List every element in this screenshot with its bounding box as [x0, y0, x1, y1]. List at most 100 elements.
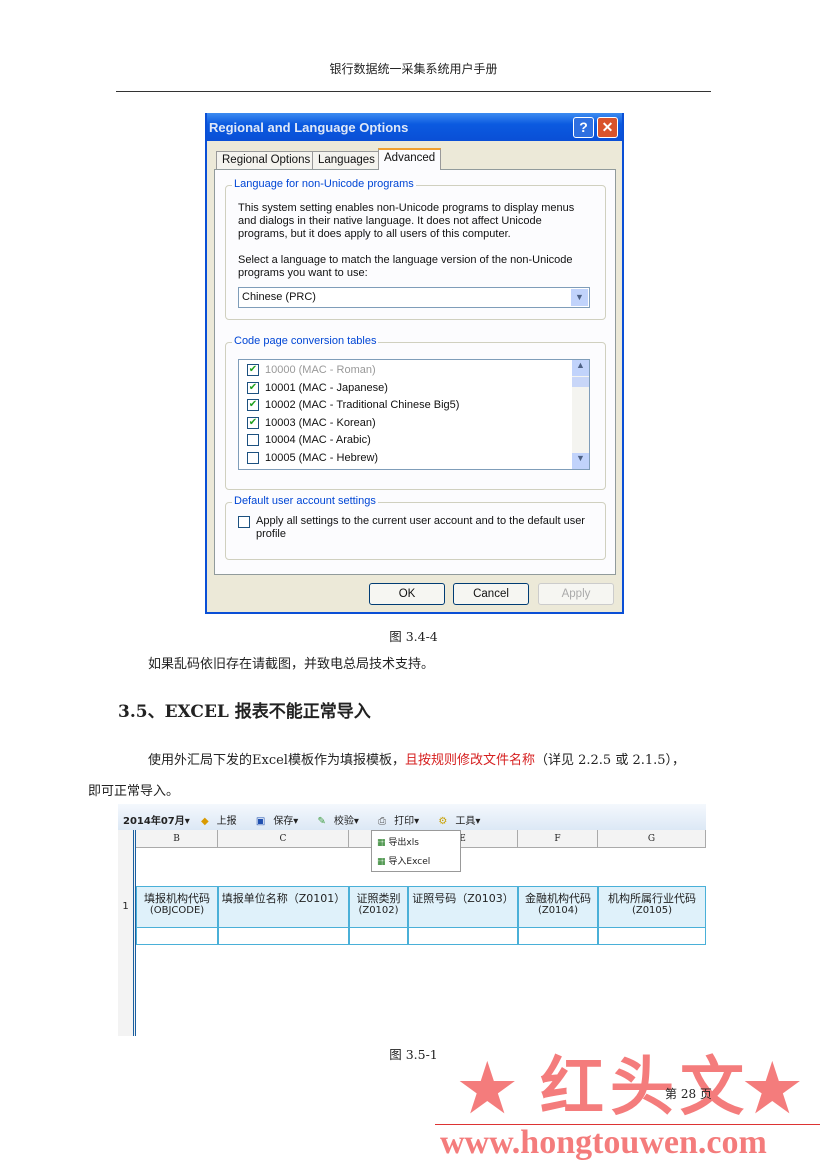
header-code: (OBJCODE) [149, 905, 205, 916]
regional-language-dialog: Regional and Language Options ? ✕ Region… [205, 113, 624, 614]
group-legend: Default user account settings [232, 495, 378, 507]
page-header: 银行数据统一采集系统用户手册 [329, 62, 498, 76]
item-label: 10003 (MAC - Korean) [265, 416, 376, 429]
data-cell[interactable] [518, 928, 598, 945]
scroll-down-icon[interactable]: ▼ [572, 453, 589, 469]
group-non-unicode: Language for non-Unicode programs This s… [225, 178, 606, 320]
checkbox[interactable]: ✔ [247, 416, 259, 429]
report-button[interactable]: ◆ 上报 [201, 816, 245, 827]
apply-all-checkbox[interactable] [238, 516, 250, 528]
header-cell[interactable]: 金融机构代码 (Z0104) [518, 886, 598, 928]
validate-button[interactable]: ✎ 校验▾ [318, 816, 367, 827]
tab-advanced[interactable]: Advanced [378, 148, 442, 170]
chevron-down-icon[interactable]: ▼ [571, 289, 588, 306]
print-icon: ⎙ [378, 816, 387, 827]
tab-languages[interactable]: Languages [312, 151, 381, 170]
help-button[interactable]: ? [573, 117, 594, 138]
column-header[interactable]: C [218, 830, 349, 848]
label: 工具▾ [455, 816, 481, 827]
header-text: 证照号码（Z0103） [412, 892, 514, 905]
star-icon: ★ [455, 1046, 520, 1130]
code-page-item[interactable]: 10004 (MAC - Arabic) [247, 432, 581, 450]
ok-button[interactable]: OK [369, 583, 445, 605]
column-header[interactable]: B [136, 830, 218, 848]
code-page-item[interactable]: ✔ 10000 (MAC - Roman) [247, 362, 581, 380]
save-button[interactable]: ▣ 保存▾ [256, 816, 306, 827]
code-page-item[interactable]: ✔ 10002 (MAC - Traditional Chinese Big5) [247, 397, 581, 415]
group-default-user: Default user account settings Apply all … [225, 495, 606, 560]
page-number: 第 28 页 [665, 1087, 712, 1101]
paragraph: 如果乱码依旧存在请截图，并致电总局技术支持。 [148, 657, 435, 672]
dialog-title: Regional and Language Options [207, 113, 622, 141]
cancel-button[interactable]: Cancel [453, 583, 529, 605]
column-header[interactable]: G [598, 830, 706, 848]
data-cell[interactable] [218, 928, 349, 945]
prompt: Select a language to match the language … [238, 254, 573, 279]
language-select[interactable]: Chinese (PRC) ▼ [238, 287, 590, 308]
checkbox[interactable]: ✔ [247, 364, 259, 377]
code-page-item[interactable]: 10005 (MAC - Hebrew) [247, 450, 581, 468]
validate-icon: ✎ [317, 816, 326, 827]
checkbox[interactable] [247, 452, 259, 465]
data-cell[interactable] [349, 928, 408, 945]
text: 使用外汇局下发的Excel模板作为填报模板， [148, 753, 405, 768]
code-page-item[interactable]: ✔ 10003 (MAC - Korean) [247, 415, 581, 433]
apply-all-label: Apply all settings to the current user a… [256, 515, 585, 540]
save-icon: ▣ [255, 816, 266, 827]
import-excel-item[interactable]: ▦ 导入Excel [372, 852, 460, 869]
tools-button[interactable]: ⚙ 工具▾ [438, 816, 488, 827]
header-text: 填报单位名称（Z0101） [221, 892, 346, 905]
checkbox[interactable] [247, 434, 259, 447]
checkbox[interactable]: ✔ [247, 399, 259, 412]
export-xls-item[interactable]: ▦ 导出xls [372, 831, 460, 852]
print-button[interactable]: ⎙ 打印▾ [378, 816, 427, 827]
header-code: (Z0104) [537, 905, 579, 916]
header-cell[interactable]: 填报机构代码 (OBJCODE) [136, 886, 218, 928]
label: 打印▾ [394, 816, 420, 827]
group-legend: Language for non-Unicode programs [232, 178, 416, 190]
toolbar: 2014年07月▾ ◆ 上报 ▣ 保存▾ ✎ 校验▾ ⎙ 打印▾ ⚙ 工具▾ [118, 804, 706, 830]
scrollbar[interactable]: ▲ ▼ [572, 360, 589, 469]
checkbox[interactable]: ✔ [247, 381, 259, 394]
scroll-thumb[interactable] [572, 377, 589, 387]
header-text: 证照类别 [356, 892, 401, 905]
excel-import-icon: ▦ [377, 857, 386, 867]
text: 即可正常导入。 [88, 784, 180, 799]
report-icon: ◆ [200, 816, 209, 827]
code-page-item[interactable]: ✔ 10001 (MAC - Japanese) [247, 380, 581, 398]
label: 保存▾ [273, 816, 299, 827]
column-header[interactable]: F [518, 830, 598, 848]
label: 导出xls [388, 838, 419, 848]
advanced-panel: Language for non-Unicode programs This s… [214, 169, 616, 575]
header-cell[interactable]: 证照类别 (Z0102) [349, 886, 408, 928]
selected-language: Chinese (PRC) [242, 291, 316, 303]
header-code: (Z0102) [358, 905, 399, 916]
tab-regional-options[interactable]: Regional Options [216, 151, 317, 170]
close-button[interactable]: ✕ [597, 117, 618, 138]
apply-all-option[interactable]: Apply all settings to the current user a… [238, 515, 588, 541]
header-code: (Z0105) [631, 905, 673, 916]
paragraph: 使用外汇局下发的Excel模板作为填报模板，且按规则修改文件名称（详见 2.2.… [88, 745, 713, 807]
header-text: 金融机构代码 [525, 892, 591, 905]
item-label: 10004 (MAC - Arabic) [265, 434, 371, 447]
data-cell[interactable] [408, 928, 518, 945]
watermark-url: www.hongtouwen.com [440, 1124, 767, 1161]
header-cell[interactable]: 证照号码（Z0103） [408, 886, 518, 928]
period-dropdown[interactable]: 2014年07月▾ [123, 816, 190, 827]
item-label: 10005 (MAC - Hebrew) [265, 451, 379, 464]
scroll-up-icon[interactable]: ▲ [572, 360, 589, 376]
highlighted-text: 且按规则修改文件名称 [404, 753, 535, 768]
header-cell[interactable]: 机构所属行业代码 (Z0105) [598, 886, 706, 928]
data-cell[interactable] [136, 928, 218, 945]
figure-caption: 图 3.4-4 [389, 629, 438, 644]
row-header-column [118, 830, 136, 1036]
data-cell[interactable] [598, 928, 706, 945]
watermark-logo: 红头文 [540, 1050, 750, 1125]
header-cell[interactable]: 填报单位名称（Z0101） [218, 886, 349, 928]
excel-icon: ▦ [377, 838, 386, 848]
header-divider [116, 91, 711, 92]
apply-button[interactable]: Apply [538, 583, 614, 605]
header-text: 填报机构代码 [144, 892, 210, 905]
description: This system setting enables non-Unicode … [238, 202, 575, 240]
label: 上报 [216, 816, 237, 827]
